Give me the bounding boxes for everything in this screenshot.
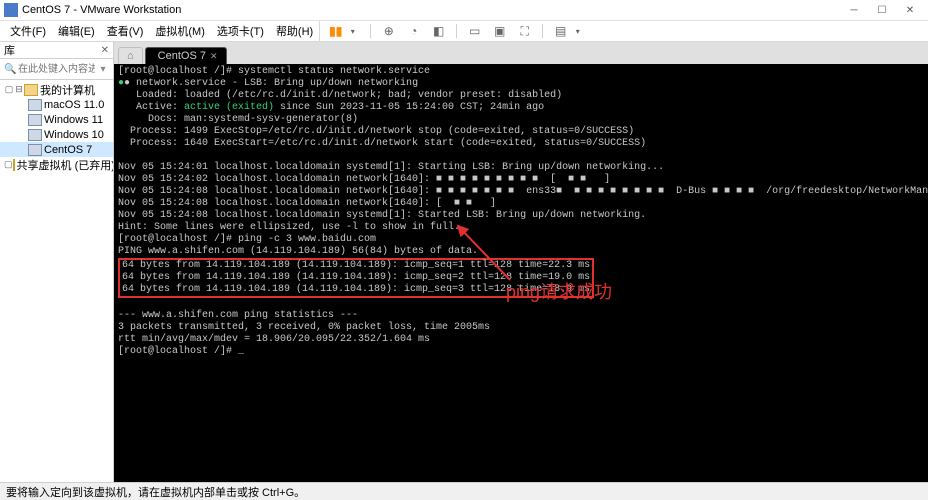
tab-home[interactable]: ⌂ [118,47,143,64]
menu-tabs[interactable]: 选项卡(T) [211,23,270,39]
content-area: ⌂ CentOS 7✕ [root@localhost /]# systemct… [114,42,928,482]
console-icon[interactable]: ▣ [492,24,507,39]
menu-vm[interactable]: 虚拟机(M) [149,23,211,39]
menu-help[interactable]: 帮助(H) [270,23,319,39]
home-icon: ⌂ [127,50,134,62]
send-icon[interactable]: ⊕ [381,24,396,39]
app-icon [4,3,18,17]
menu-file[interactable]: 文件(F) [4,23,52,39]
search-input[interactable] [16,63,97,76]
maximize-button[interactable]: ☐ [868,1,896,19]
search-dropdown-icon[interactable]: ▾ [97,64,109,75]
pause-icon[interactable]: ▮▮ [328,24,343,39]
capture-icon[interactable]: ◧ [431,24,446,39]
tree-root[interactable]: ▢⊟我的计算机 [0,82,113,97]
toolbar: ▮▮▾ ⊕ ◔ ◧ ▭ ▣ ⛶ ▤▾ [319,21,593,41]
tab-vm[interactable]: CentOS 7✕ [145,47,227,64]
tree-item[interactable]: Windows 10 [0,127,113,142]
view-icon[interactable]: ▤ [553,24,568,39]
search-icon: 🔍 [4,64,16,75]
status-text: 要将输入定向到该虚拟机，请在虚拟机内部单击或按 Ctrl+G。 [6,484,305,500]
dropdown-icon[interactable]: ▾ [570,24,585,39]
ping-highlight: 64 bytes from 14.119.104.189 (14.119.104… [118,258,594,298]
sidebar: 库 ✕ 🔍 ▾ ▢⊟我的计算机 macOS 11.0 Windows 11 Wi… [0,42,114,482]
tree-item-selected[interactable]: CentOS 7 [0,142,113,157]
tree-item[interactable]: Windows 11 [0,112,113,127]
fullscreen-icon[interactable]: ⛶ [517,24,532,39]
tree-shared[interactable]: ▢共享虚拟机 (已弃用) [0,157,113,172]
close-button[interactable]: ✕ [896,1,924,19]
sidebar-close-icon[interactable]: ✕ [101,45,109,56]
menu-edit[interactable]: 编辑(E) [52,23,101,39]
sidebar-header: 库 ✕ [0,42,113,59]
dropdown-icon[interactable]: ▾ [345,24,360,39]
tab-close-icon[interactable]: ✕ [210,51,218,62]
menu-view[interactable]: 查看(V) [101,23,150,39]
minimize-button[interactable]: ─ [840,1,868,19]
terminal[interactable]: [root@localhost /]# systemctl status net… [114,64,928,482]
vm-tree: ▢⊟我的计算机 macOS 11.0 Windows 11 Windows 10… [0,80,113,482]
tabbar: ⌂ CentOS 7✕ [114,42,928,64]
window-title: CentOS 7 - VMware Workstation [22,4,840,16]
tree-item[interactable]: macOS 11.0 [0,97,113,112]
menubar: 文件(F) 编辑(E) 查看(V) 虚拟机(M) 选项卡(T) 帮助(H) ▮▮… [0,21,928,42]
sidebar-title: 库 [4,42,15,58]
statusbar: 要将输入定向到该虚拟机，请在虚拟机内部单击或按 Ctrl+G。 [0,482,928,500]
snapshot-icon[interactable]: ◔ [406,24,421,39]
unity-icon[interactable]: ▭ [467,24,482,39]
search-box[interactable]: 🔍 ▾ [0,59,113,80]
titlebar: CentOS 7 - VMware Workstation ─ ☐ ✕ [0,0,928,21]
